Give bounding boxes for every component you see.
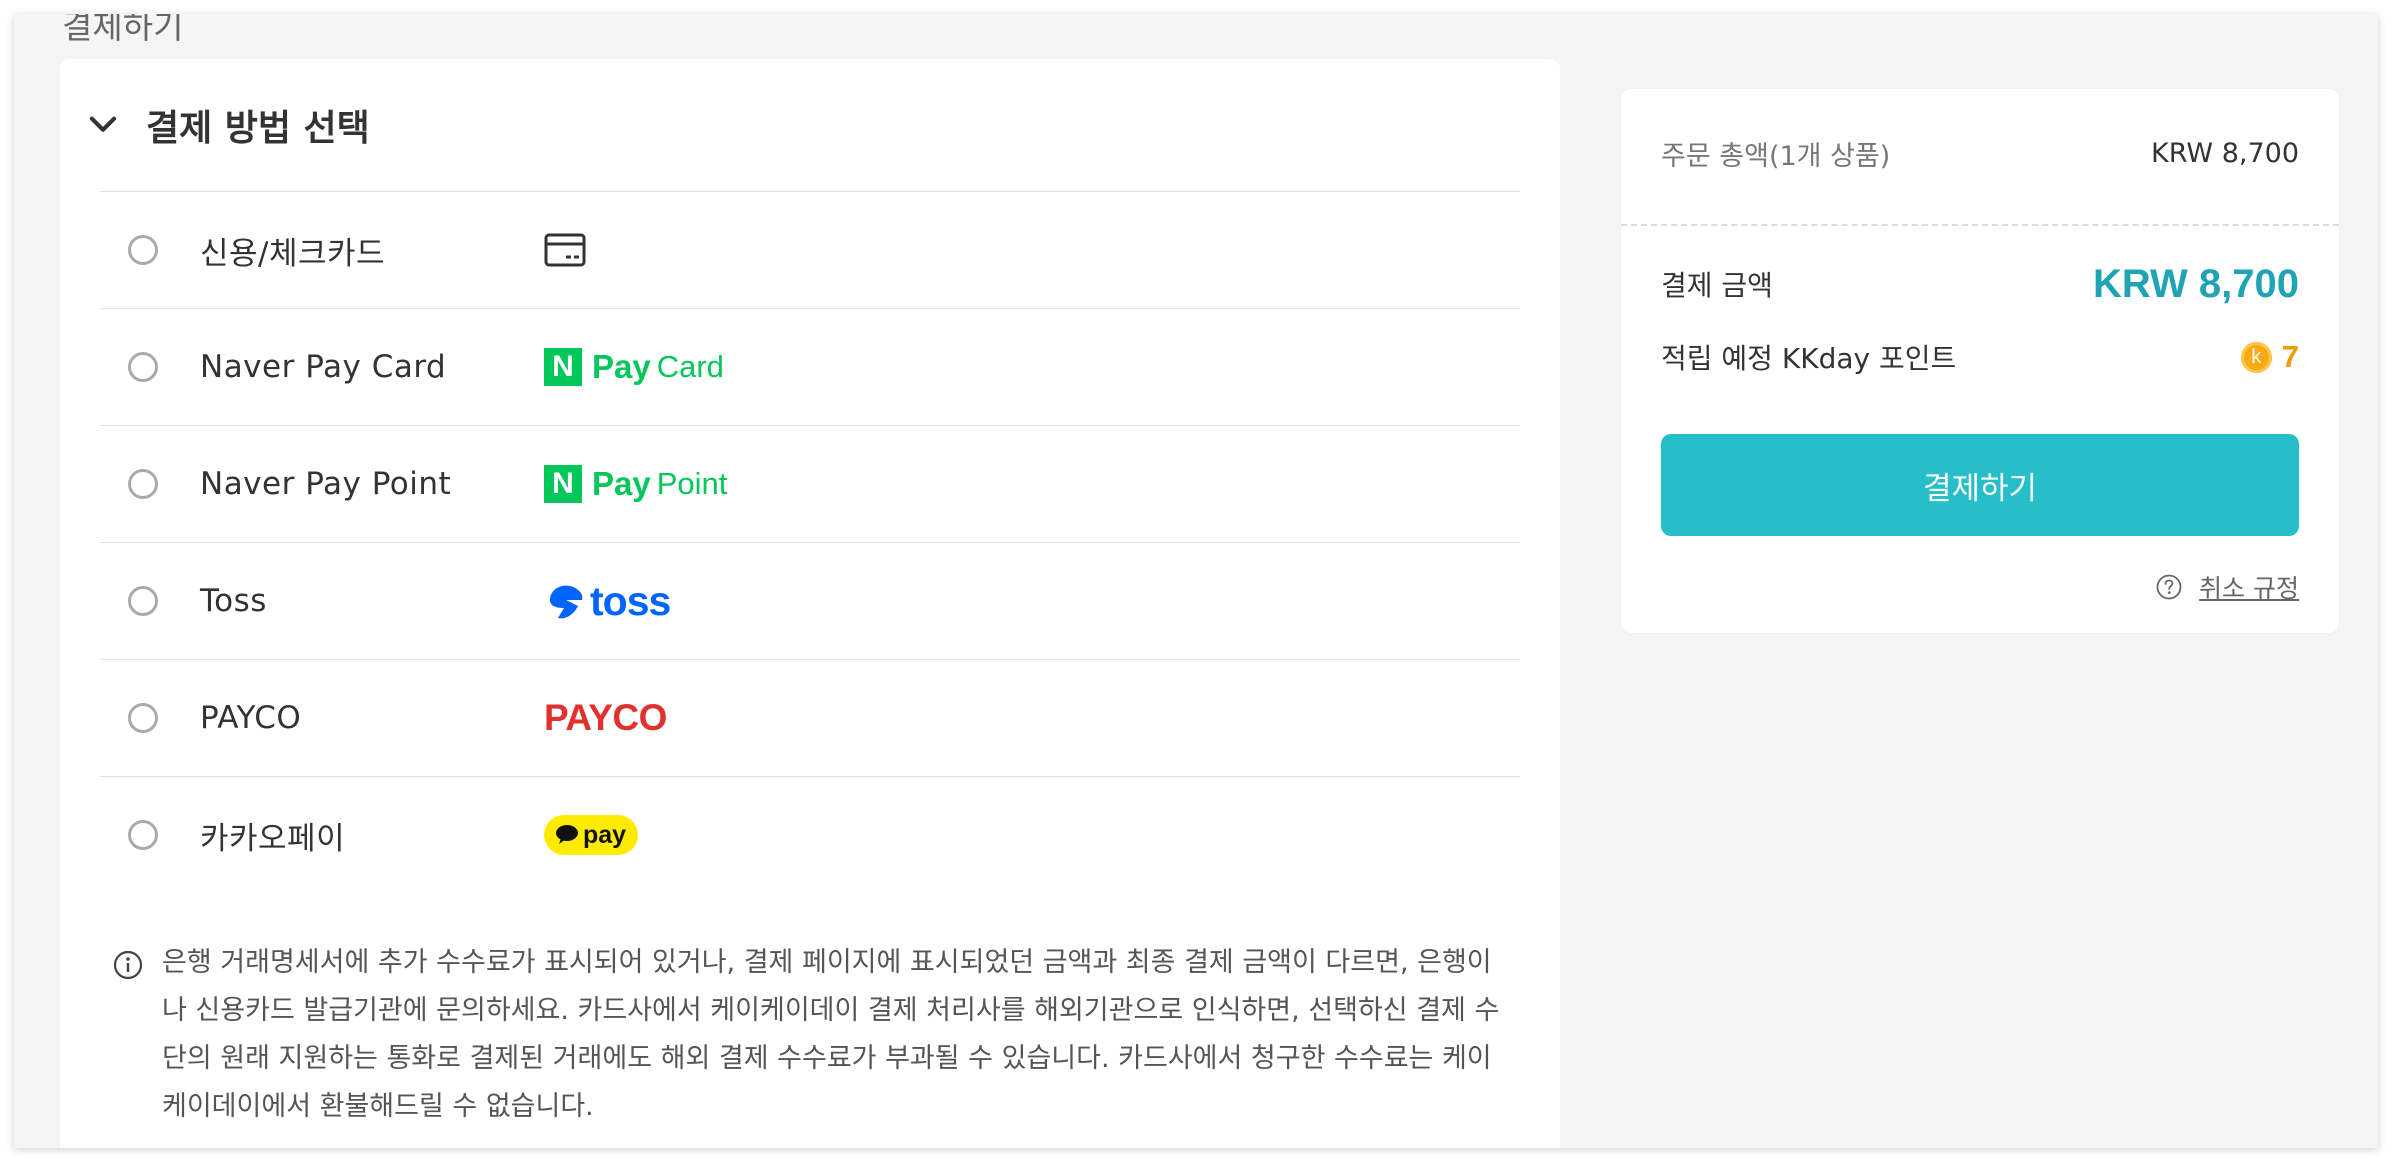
info-icon	[113, 950, 143, 980]
radio-button[interactable]	[128, 469, 158, 499]
checkout-page: 결제하기 결제 방법 선택 신용/체크카드 Naver Pay Card N P…	[14, 14, 2378, 1148]
points-value: 7	[2281, 339, 2299, 374]
payment-option-label: 신용/체크카드	[200, 235, 386, 272]
naver-pay-sub: Point	[656, 466, 728, 501]
section-title: 결제 방법 선택	[146, 108, 370, 149]
radio-button[interactable]	[128, 586, 158, 616]
notice-text: 은행 거래명세서에 추가 수수료가 표시되어 있거나, 결제 페이지에 표시되었…	[162, 947, 1500, 1122]
pay-amount-value: KRW 8,700	[2092, 261, 2299, 306]
payment-option-label: Naver Pay Point	[200, 466, 452, 502]
pay-amount-row: 결제 금액 KRW 8,700	[1661, 249, 2299, 319]
kakao-pay-badge: pay	[544, 815, 639, 855]
payment-option-payco[interactable]: PAYCO PAYCO	[100, 660, 1520, 777]
radio-button[interactable]	[128, 235, 158, 265]
order-total-value: KRW 8,700	[2151, 137, 2299, 169]
pay-amount-label: 결제 금액	[1661, 269, 1773, 302]
chevron-down-icon[interactable]	[84, 106, 122, 144]
payment-option-card[interactable]: 신용/체크카드	[100, 192, 1520, 309]
payment-option-label: PAYCO	[200, 700, 302, 736]
card-icon	[544, 233, 586, 267]
points-label: 적립 예정 KKday 포인트	[1661, 342, 1957, 375]
order-total-row: 주문 총액(1개 상품) KRW 8,700	[1661, 129, 2299, 177]
payment-method-header[interactable]: 결제 방법 선택	[84, 59, 1484, 191]
payment-option-naver-pay-point[interactable]: Naver Pay Point N Pay Point	[100, 426, 1520, 543]
page-heading: 결제하기	[62, 14, 184, 46]
payment-option-label: Naver Pay Card	[200, 349, 447, 385]
radio-button[interactable]	[128, 703, 158, 733]
naver-pay-sub: Card	[656, 349, 724, 384]
toss-symbol-icon	[550, 585, 583, 619]
speech-bubble-icon	[556, 825, 578, 844]
naver-pay-point-logo: N Pay Point	[544, 465, 727, 503]
naver-pay-card-logo: N Pay Card	[544, 348, 724, 386]
payment-option-naver-pay-card[interactable]: Naver Pay Card N Pay Card	[100, 309, 1520, 426]
divider	[1621, 224, 2339, 226]
kakao-pay-logo: pay	[544, 815, 639, 855]
kakao-pay-word: pay	[583, 820, 627, 849]
naver-n-icon: N	[544, 348, 582, 386]
payment-option-kakaopay[interactable]: 카카오페이 pay	[100, 777, 1520, 893]
cancel-policy-link[interactable]: 취소 규정	[2199, 569, 2299, 605]
toss-wordmark: toss	[590, 577, 671, 624]
payment-option-label: Toss	[200, 583, 267, 619]
naver-pay-word: Pay	[592, 465, 651, 502]
points-value-group: k 7	[2240, 339, 2299, 375]
payment-option-toss[interactable]: Toss toss	[100, 543, 1520, 660]
payment-method-panel: 결제 방법 선택 신용/체크카드 Naver Pay Card N Pay Ca…	[60, 59, 1560, 1148]
pay-button[interactable]: 결제하기	[1661, 434, 2299, 536]
fee-notice: 은행 거래명세서에 추가 수수료가 표시되어 있거나, 결제 페이지에 표시되었…	[112, 939, 1512, 1131]
naver-n-icon: N	[544, 465, 582, 503]
order-total-label: 주문 총액(1개 상품)	[1661, 140, 1891, 172]
question-icon	[2156, 574, 2182, 600]
radio-button[interactable]	[128, 352, 158, 382]
payment-option-label: 카카오페이	[200, 820, 346, 857]
payment-method-list: 신용/체크카드 Naver Pay Card N Pay Card Naver …	[100, 191, 1520, 893]
payco-wordmark: PAYCO	[544, 697, 667, 738]
payco-logo: PAYCO	[544, 697, 667, 739]
kkday-coin-icon: k	[2240, 341, 2272, 373]
order-summary-panel: 주문 총액(1개 상품) KRW 8,700 결제 금액 KRW 8,700 적…	[1621, 89, 2339, 633]
radio-button[interactable]	[128, 820, 158, 850]
toss-logo: toss	[544, 577, 671, 625]
points-row: 적립 예정 KKday 포인트 k 7	[1661, 329, 2299, 385]
cancel-policy-row[interactable]: 취소 규정	[2155, 569, 2299, 605]
naver-pay-word: Pay	[592, 348, 651, 385]
